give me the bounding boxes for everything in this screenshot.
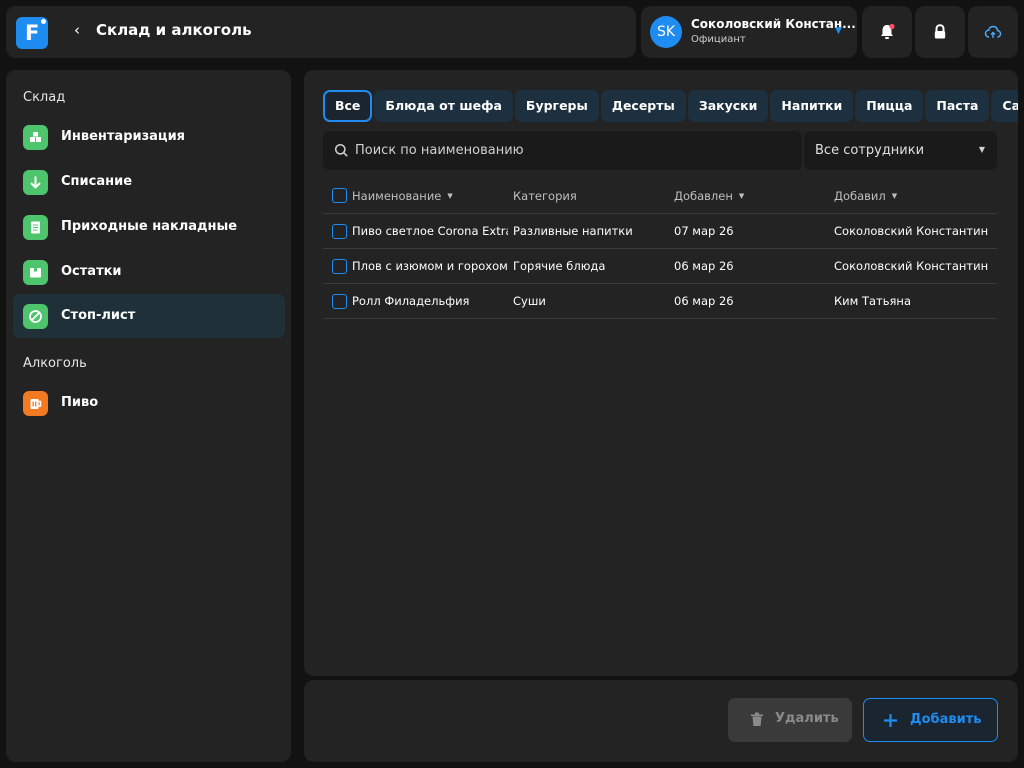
sidebar-item-stoplist[interactable]: Стоп-лист	[13, 294, 285, 338]
add-button[interactable]: Добавить	[863, 698, 998, 742]
action-bar: Удалить Добавить	[304, 680, 1018, 762]
top-bar: F ‹ Склад и алкоголь	[6, 6, 636, 58]
delete-label: Удалить	[775, 711, 839, 726]
column-header-category: Категория	[513, 189, 577, 203]
tab-pizza[interactable]: Пицца	[855, 90, 924, 122]
notifications-button[interactable]	[862, 6, 912, 58]
beer-icon	[23, 391, 48, 416]
box-icon	[23, 260, 48, 285]
delete-button[interactable]: Удалить	[728, 698, 852, 742]
sidebar-item-stock[interactable]: Остатки	[13, 250, 285, 294]
page-title: Склад и алкоголь	[96, 21, 252, 39]
tab-all[interactable]: Все	[323, 90, 373, 122]
trash-icon	[751, 712, 763, 726]
sidebar-item-label: Пиво	[61, 395, 99, 410]
lock-icon	[934, 24, 946, 39]
table-row[interactable]: Плов с изюмом и горохом Горячие блюда 06…	[323, 249, 997, 284]
search-box	[323, 131, 802, 170]
cell-category: Суши	[513, 294, 546, 308]
app-logo: F	[16, 17, 48, 49]
chevron-down-icon: ▼	[978, 145, 985, 154]
tab-drinks[interactable]: Напитки	[770, 90, 854, 122]
table-row[interactable]: Ролл Филадельфия Суши 06 мар 26 Ким Тать…	[323, 284, 997, 319]
sort-caret-icon: ▼	[891, 192, 898, 200]
cell-name: Плов с изюмом и горохом	[352, 259, 508, 273]
user-role: Официант	[691, 34, 746, 45]
sync-button[interactable]	[968, 6, 1018, 58]
search-icon	[334, 143, 348, 157]
arrow-down-icon	[23, 170, 48, 195]
tab-snacks[interactable]: Закуски	[687, 90, 769, 122]
lock-button[interactable]	[915, 6, 965, 58]
stop-icon	[23, 304, 48, 329]
main-content: Все Блюда от шефа Бургеры Десерты Закуски Нап…	[304, 70, 1018, 676]
cell-added-by: Ким Татьяна	[834, 294, 912, 308]
cell-category: Горячие блюда	[513, 259, 606, 273]
tab-desserts[interactable]: Десерты	[600, 90, 686, 122]
add-label: Добавить	[910, 712, 982, 727]
tab-pasta[interactable]: Паста	[925, 90, 990, 122]
bell-icon	[881, 23, 895, 39]
avatar: SK	[650, 16, 682, 48]
row-checkbox[interactable]	[332, 259, 347, 274]
user-name: Соколовский Констан...	[691, 17, 856, 31]
sidebar-item-label: Остатки	[61, 264, 122, 279]
sidebar-item-label: Приходные накладные	[61, 219, 238, 234]
back-icon[interactable]: ‹	[74, 21, 80, 39]
cell-added: 06 мар 26	[674, 259, 734, 273]
tab-burgers[interactable]: Бургеры	[514, 90, 599, 122]
sidebar: Склад Инвентаризация Списание Приходные …	[6, 70, 291, 762]
category-tabs: Все Блюда от шефа Бургеры Десерты Закуски Нап…	[323, 90, 1018, 122]
sort-caret-icon: ▼	[738, 192, 745, 200]
table-row[interactable]: Пиво светлое Corona Extra... Разливные н…	[323, 214, 997, 249]
column-header-added[interactable]: Добавлен ▼	[674, 189, 824, 203]
sidebar-item-inventory[interactable]: Инвентаризация	[13, 115, 285, 159]
cell-name: Пиво светлое Corona Extra...	[352, 224, 508, 238]
user-menu[interactable]: SK Соколовский Констан... Официант ▼	[641, 6, 857, 58]
tab-chef[interactable]: Блюда от шефа	[374, 90, 513, 122]
cell-name: Ролл Филадельфия	[352, 294, 470, 308]
cell-added-by: Соколовский Константин	[834, 259, 989, 273]
sidebar-item-label: Списание	[61, 174, 133, 189]
cloud-sync-icon	[984, 25, 1002, 38]
column-header-added-by[interactable]: Добавил ▼	[834, 189, 997, 203]
cell-added: 06 мар 26	[674, 294, 734, 308]
sidebar-item-writeoff[interactable]: Списание	[13, 160, 285, 204]
cell-added: 07 мар 26	[674, 224, 734, 238]
table-header: Наименование ▼ Категория Добавлен ▼ Добави…	[323, 178, 997, 214]
chevron-down-icon[interactable]: ▼	[835, 26, 842, 36]
section-title-alcohol: Алкоголь	[23, 356, 87, 371]
cell-category: Разливные напитки	[513, 224, 633, 238]
sidebar-item-label: Инвентаризация	[61, 129, 186, 144]
stoplist-table: Наименование ▼ Категория Добавлен ▼ Добави…	[323, 178, 997, 319]
sidebar-item-label: Стоп-лист	[61, 308, 136, 323]
sort-caret-icon: ▼	[447, 192, 453, 200]
staff-filter-value: Все сотрудники	[815, 143, 925, 158]
select-all-checkbox[interactable]	[332, 188, 347, 203]
sidebar-item-beer[interactable]: Пиво	[13, 381, 285, 425]
search-input[interactable]	[355, 131, 795, 170]
cell-added-by: Соколовский Константин	[834, 224, 989, 238]
column-header-name[interactable]: Наименование ▼	[352, 189, 508, 203]
staff-filter-select[interactable]: Все сотрудники ▼	[804, 131, 997, 170]
document-icon	[23, 215, 48, 240]
sidebar-item-invoices[interactable]: Приходные накладные	[13, 205, 285, 249]
plus-icon	[884, 714, 897, 727]
tab-salads[interactable]: Салаты	[991, 90, 1018, 122]
section-title-storage: Склад	[23, 90, 66, 105]
row-checkbox[interactable]	[332, 294, 347, 309]
boxes-icon	[23, 125, 48, 150]
row-checkbox[interactable]	[332, 224, 347, 239]
